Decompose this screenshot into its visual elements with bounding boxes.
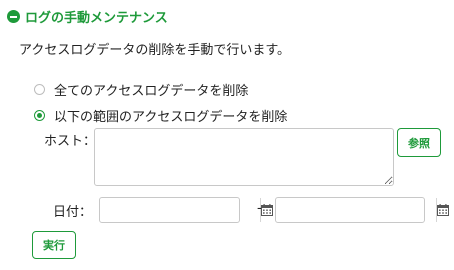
section-header[interactable]: ログの手動メンテナンス <box>7 7 168 26</box>
host-textarea[interactable] <box>94 128 394 186</box>
date-label: 日付： <box>53 205 93 220</box>
execute-button[interactable]: 実行 <box>32 231 76 259</box>
section-title: ログの手動メンテナンス <box>25 11 168 26</box>
date-from-input[interactable] <box>100 198 260 222</box>
collapse-icon[interactable] <box>7 10 20 23</box>
host-label: ホスト： <box>44 134 97 149</box>
description-text: アクセスログデータの削除を手動で行います。 <box>19 43 291 58</box>
option-delete-all-label: 全てのアクセスログデータを削除 <box>54 84 249 99</box>
browse-button[interactable]: 参照 <box>397 128 441 157</box>
calendar-icon[interactable] <box>436 198 449 222</box>
date-to-input[interactable] <box>276 198 436 222</box>
option-delete-range-label: 以下の範囲のアクセスログデータを削除 <box>54 110 288 125</box>
date-from-field[interactable] <box>99 197 273 223</box>
date-to-field[interactable] <box>275 197 449 223</box>
radio-delete-all[interactable] <box>34 84 45 95</box>
radio-delete-range[interactable] <box>34 110 45 121</box>
option-delete-all[interactable]: 全てのアクセスログデータを削除 <box>34 80 248 99</box>
option-delete-range[interactable]: 以下の範囲のアクセスログデータを削除 <box>34 106 287 125</box>
date-range-separator: - <box>257 201 262 216</box>
